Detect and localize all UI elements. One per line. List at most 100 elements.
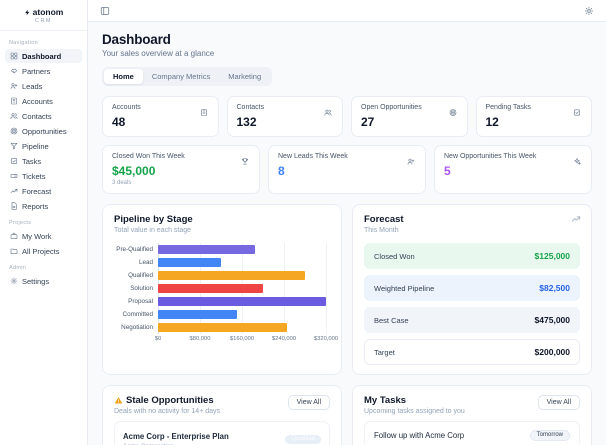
- chart-category-label: Committed: [122, 311, 153, 318]
- tasks-title: My Tasks: [364, 395, 407, 406]
- card-value: $45,000: [112, 164, 156, 178]
- user-plus-icon: [10, 82, 18, 90]
- stale-item-acme-corporation[interactable]: Acme Corp - Enterprise PlanAcme Corporat…: [114, 421, 330, 445]
- sidebar-item-label: Tasks: [22, 156, 42, 166]
- card-value: 8: [278, 164, 285, 178]
- pipeline-bar-lead: [158, 258, 221, 267]
- card-value: 5: [444, 164, 451, 178]
- sidebar-item-label: Partners: [22, 66, 51, 76]
- sparkles-icon: [573, 157, 581, 165]
- sidebar-item-label: Opportunities: [22, 126, 67, 136]
- forecast-rows: Closed Won $125,000 Weighted Pipeline $82,5…: [364, 243, 580, 365]
- page-subtitle: Your sales overview at a glance: [102, 49, 215, 58]
- sidebar-item-opportunities[interactable]: Opportunities: [5, 124, 82, 138]
- forecast-panel: Forecast This Month Closed Won $125,000 We…: [352, 204, 592, 375]
- pipeline-bar-negotiation: [158, 323, 287, 332]
- week-card-new-leads-this-week: New Leads This Week 8: [268, 145, 426, 194]
- building-icon: [10, 97, 18, 105]
- tab-marketing[interactable]: Marketing: [219, 69, 270, 84]
- target-icon: [449, 108, 457, 116]
- chart-category-label: Qualified: [128, 272, 153, 279]
- pipeline-bar-solution: [158, 284, 263, 293]
- sidebar-item-pipeline[interactable]: Pipeline: [5, 139, 82, 153]
- funnel-icon: [10, 142, 18, 150]
- sidebar-item-leads[interactable]: Leads: [5, 79, 82, 93]
- forecast-row-closed-won: Closed Won $125,000: [364, 243, 580, 269]
- x-tick-label: $160,000: [229, 336, 255, 342]
- forecast-row-label: Best Case: [374, 315, 409, 325]
- card-label: Accounts: [112, 104, 141, 111]
- sidebar-section-label: Projects: [9, 220, 32, 226]
- warning-triangle-icon: [114, 396, 123, 405]
- pipeline-subtitle: Total value in each stage: [114, 227, 192, 234]
- pipeline-bar-qualified: [158, 271, 305, 280]
- topbar: [88, 0, 606, 22]
- sidebar-item-partners[interactable]: Partners: [5, 64, 82, 78]
- sidebar-item-reports[interactable]: Reports: [5, 199, 82, 213]
- sidebar-item-dashboard[interactable]: Dashboard: [5, 49, 82, 63]
- week-card-closed-won-this-week: Closed Won This Week $45,000 3 deals: [102, 145, 260, 194]
- x-tick-label: $80,000: [189, 336, 211, 342]
- pipeline-bar-committed: [158, 310, 237, 319]
- forecast-row-value: $200,000: [534, 347, 570, 357]
- sidebar-section-label: Navigation: [9, 40, 38, 46]
- x-tick-label: $0: [154, 336, 162, 342]
- stale-list: Acme Corp - Enterprise PlanAcme Corporat…: [114, 421, 330, 445]
- header-gear-icon[interactable]: [584, 6, 594, 16]
- chart-category-label: Solution: [130, 285, 153, 292]
- forecast-row-value: $475,000: [534, 315, 570, 325]
- app-subtitle: CRM: [34, 18, 53, 24]
- user-plus-icon: [407, 157, 415, 165]
- stale-opportunities-panel: Stale Opportunities Deals with no activi…: [102, 385, 342, 445]
- card-label: Closed Won This Week: [112, 153, 185, 160]
- forecast-row-value: $125,000: [534, 251, 570, 261]
- card-value: 132: [236, 115, 257, 129]
- stat-card-pending-tasks: Pending Tasks 12: [475, 96, 592, 137]
- pipeline-title: Pipeline by Stage: [114, 214, 193, 225]
- sidebar-item-forecast[interactable]: Forecast: [5, 184, 82, 198]
- tab-home[interactable]: Home: [104, 69, 143, 84]
- stat-cards-row: Accounts 48 Contacts 132 Open Opportunities 2…: [102, 96, 592, 137]
- stage-badge: Qualified: [285, 434, 321, 444]
- task-item-follow-up-with-acme-corp[interactable]: Follow up with Acme Corp Tomorrow: [364, 421, 580, 445]
- tasks-subtitle: Upcoming tasks assigned to you: [364, 408, 465, 415]
- tasks-view-all-button[interactable]: View All: [537, 395, 580, 410]
- chart-x-axis: $0 $80,000 $160,000 $240,000 $320,000: [154, 336, 338, 345]
- sidebar-item-label: My Work: [22, 231, 52, 241]
- chart-category-label: Proposal: [128, 298, 153, 305]
- forecast-subtitle: This Month: [364, 227, 399, 234]
- my-tasks-panel: My Tasks Upcoming tasks assigned to you …: [352, 385, 592, 445]
- sidebar-item-my-work[interactable]: My Work: [5, 229, 82, 243]
- chart-row-qualified: Qualified: [114, 269, 330, 282]
- sidebar-item-label: Dashboard: [22, 51, 62, 61]
- sidebar-item-settings[interactable]: Settings: [5, 274, 82, 288]
- main-area: Dashboard Your sales overview at a glanc…: [88, 0, 606, 445]
- tab-company-metrics[interactable]: Company Metrics: [143, 69, 219, 84]
- trend-up-icon: [10, 187, 18, 195]
- file-icon: [10, 202, 18, 210]
- stat-card-contacts: Contacts 132: [226, 96, 343, 137]
- card-label: New Opportunities This Week: [444, 153, 537, 160]
- sidebar-item-label: Settings: [22, 276, 50, 286]
- sidebar-item-tickets[interactable]: Tickets: [5, 169, 82, 183]
- dashboard-grid-icon: [10, 52, 18, 60]
- card-label: Contacts: [236, 104, 265, 111]
- sidebar-item-accounts[interactable]: Accounts: [5, 94, 82, 108]
- stale-view-all-button[interactable]: View All: [287, 395, 330, 410]
- sidebar-item-label: All Projects: [22, 246, 60, 256]
- sidebar-item-label: Pipeline: [22, 141, 49, 151]
- sidebar-item-tasks[interactable]: Tasks: [5, 154, 82, 168]
- app-logo: atonom CRM: [0, 0, 87, 31]
- sidebar-sections: Navigation Dashboard Partners Leads Accounts…: [0, 31, 87, 295]
- forecast-row-label: Target: [374, 347, 395, 357]
- card-value: 48: [112, 115, 126, 129]
- task-due-badge: Tomorrow: [529, 429, 570, 441]
- sidebar-item-all-projects[interactable]: All Projects: [5, 244, 82, 258]
- forecast-row-label: Closed Won: [374, 251, 415, 261]
- sidebar-item-contacts[interactable]: Contacts: [5, 109, 82, 123]
- pipeline-panel: Pipeline by Stage Total value in each st…: [102, 204, 342, 375]
- forecast-row-value: $82,500: [539, 283, 570, 293]
- panel-left-toggle-icon[interactable]: [100, 6, 110, 16]
- chart-row-committed: Committed: [114, 308, 330, 321]
- chart-plot-area: Pre-Qualified Lead Qualified Solution Propos…: [114, 243, 330, 334]
